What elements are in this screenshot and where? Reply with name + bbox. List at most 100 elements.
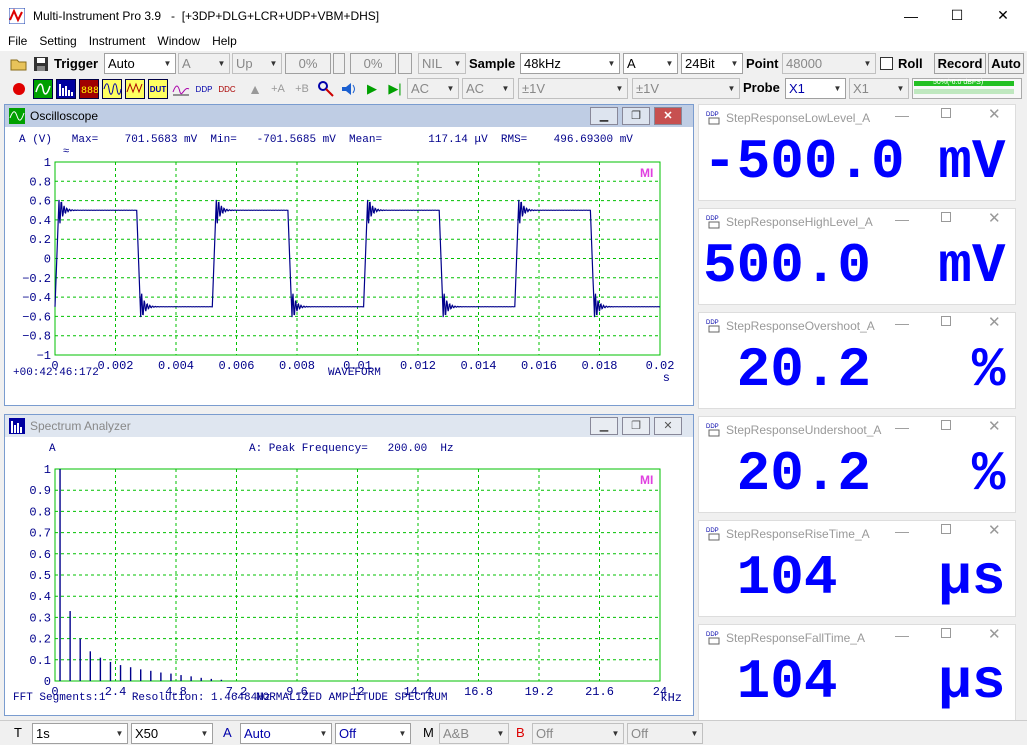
trigger-delay-field[interactable]: 0% — [350, 53, 396, 74]
oscilloscope-plot[interactable]: 10.80.60.40.20−0.2−0.4−0.6−0.8−10 0.002 0.… — [5, 127, 693, 405]
close-button[interactable]: ✕ — [980, 0, 1026, 31]
ddp-maximize-button[interactable] — [941, 316, 951, 326]
spectrum-analyzer-window: Spectrum Analyzer ▁ ❐ ✕ A A: Peak Freque… — [4, 414, 694, 716]
oscilloscope-icon[interactable] — [33, 79, 53, 99]
spec-y-tick: 1 — [44, 463, 51, 477]
channel-b-swap-icon[interactable]: +B — [292, 79, 312, 99]
spectrum-analyzer-icon[interactable] — [56, 79, 76, 99]
ddp-close-button[interactable]: ✕ — [988, 209, 1001, 227]
sweep-icon[interactable] — [171, 79, 191, 99]
ddp-icon: DDP — [706, 525, 722, 541]
spec-y-tick: 0.5 — [29, 569, 51, 583]
menu-window[interactable]: Window — [153, 34, 204, 48]
spectrum-plot[interactable]: 10.90.80.70.60.50.40.30.20.100 2.4 4.8 7.2 9… — [5, 437, 693, 715]
channel-a-function-select[interactable]: Off ▼ — [335, 723, 411, 744]
maximize-button[interactable]: ☐ — [934, 0, 980, 31]
fft-points-select[interactable]: 48000 ▼ — [782, 53, 876, 74]
zoom-select[interactable]: X50 ▼ — [131, 723, 213, 744]
play-step-icon[interactable]: ▶| — [385, 79, 405, 99]
ddp-minimize-button[interactable]: — — [895, 315, 909, 331]
ddp-meter-title: StepResponseLowLevel_A — [726, 111, 871, 125]
ddp-close-button[interactable]: ✕ — [988, 313, 1001, 331]
speaker-icon[interactable] — [339, 79, 359, 99]
stop-icon[interactable] — [10, 80, 28, 98]
channel-b-mode-select[interactable]: Off ▼ — [532, 723, 624, 744]
spec-mi-badge: MI — [640, 473, 653, 487]
dc-icon[interactable]: ▲ — [246, 79, 264, 99]
spec-minimize-button[interactable]: ▁ — [590, 417, 618, 435]
chevron-down-icon: ▼ — [608, 724, 623, 743]
ddp-minimize-button[interactable]: — — [895, 419, 909, 435]
ddp-maximize-button[interactable] — [941, 212, 951, 222]
spec-y-tick: 0.2 — [29, 633, 51, 647]
signal-generator-icon[interactable] — [102, 79, 122, 99]
ddp-maximize-button[interactable] — [941, 524, 951, 534]
osc-close-button[interactable]: ✕ — [654, 107, 682, 125]
channel-select[interactable]: A ▼ — [623, 53, 678, 74]
roll-label: Roll — [898, 56, 923, 71]
ddp-meter-value: 20.2 % — [703, 338, 1006, 402]
menu-instrument[interactable]: Instrument — [85, 34, 150, 48]
save-disk-icon[interactable] — [32, 55, 50, 73]
menu-help[interactable]: Help — [208, 34, 241, 48]
ddp-maximize-button[interactable] — [941, 108, 951, 118]
spec-close-button[interactable]: ✕ — [654, 417, 682, 435]
coupling-a-select[interactable]: AC ▼ — [407, 78, 459, 99]
auto-button[interactable]: Auto — [988, 53, 1024, 74]
ddp-minimize-button[interactable]: — — [895, 107, 909, 123]
probe-tool-icon[interactable] — [316, 79, 336, 99]
range-a-select[interactable]: ±1V ▼ — [518, 78, 628, 99]
play-icon[interactable]: ▶ — [362, 79, 382, 99]
ddc-icon[interactable]: DDC — [217, 79, 237, 99]
range-b-select[interactable]: ±1V ▼ — [632, 78, 740, 99]
trigger-mode-select[interactable]: Auto ▼ — [104, 53, 176, 74]
menu-setting[interactable]: Setting — [35, 34, 80, 48]
input-level-meter: 50%(-6.0 dBFS) — [912, 78, 1022, 99]
chevron-down-icon: ▼ — [316, 724, 331, 743]
coupling-b-select[interactable]: AC ▼ — [462, 78, 514, 99]
trigger-delay-spin[interactable] — [398, 53, 412, 74]
menu-file[interactable]: File — [4, 34, 31, 48]
bit-depth-select[interactable]: 24Bit ▼ — [681, 53, 743, 74]
spectrum-analyzer-icon — [9, 418, 25, 434]
channel-b-function-select[interactable]: Off ▼ — [627, 723, 703, 744]
chevron-down-icon: ▼ — [450, 54, 465, 73]
minimize-button[interactable]: — — [888, 0, 934, 31]
open-folder-icon[interactable] — [10, 55, 28, 73]
trigger-level-field[interactable]: 0% — [285, 53, 331, 74]
ddp-maximize-button[interactable] — [941, 420, 951, 430]
math-mode-select[interactable]: A&B ▼ — [439, 723, 509, 744]
spec-restore-button[interactable]: ❐ — [622, 417, 650, 435]
trigger-edge-select[interactable]: Up ▼ — [232, 53, 282, 74]
probe-a-select[interactable]: X1 ▼ — [785, 78, 846, 99]
ddp-close-button[interactable]: ✕ — [988, 521, 1001, 539]
trigger-nil-select[interactable]: NIL ▼ — [418, 53, 466, 74]
timebase-select[interactable]: 1s ▼ — [32, 723, 128, 744]
multimeter-icon[interactable]: 888 — [79, 79, 99, 99]
ddp-minimize-button[interactable]: — — [895, 211, 909, 227]
ddp-minimize-button[interactable]: — — [895, 523, 909, 539]
channel-a-swap-icon[interactable]: +A — [268, 79, 288, 99]
sample-rate-select[interactable]: 48kHz ▼ — [520, 53, 620, 74]
dut-icon[interactable]: DUT — [148, 79, 168, 99]
osc-minimize-button[interactable]: ▁ — [590, 107, 618, 125]
ddp-close-button[interactable]: ✕ — [988, 625, 1001, 643]
ddp-close-button[interactable]: ✕ — [988, 105, 1001, 123]
probe-b-select[interactable]: X1 ▼ — [849, 78, 909, 99]
record-button[interactable]: Record — [934, 53, 986, 74]
spec-x-unit: kHz — [660, 691, 682, 705]
ddp-meter-panel: DDP StepResponseFallTime_A — ✕ 104 μs — [698, 624, 1016, 721]
ddp-minimize-button[interactable]: — — [895, 627, 909, 643]
osc-restore-button[interactable]: ❐ — [622, 107, 650, 125]
waveform-generator-icon[interactable] — [125, 79, 145, 99]
ddp-maximize-button[interactable] — [941, 628, 951, 638]
trigger-level-spin[interactable] — [333, 53, 345, 74]
chevron-down-icon: ▼ — [860, 54, 875, 73]
ddp-icon[interactable]: DDP — [194, 79, 214, 99]
ddp-close-button[interactable]: ✕ — [988, 417, 1001, 435]
channel-a-mode-select[interactable]: Auto ▼ — [240, 723, 332, 744]
roll-checkbox[interactable] — [880, 57, 893, 70]
ddp-meter-panel: DDP StepResponseLowLevel_A — ✕ -500.0 mV — [698, 104, 1016, 201]
osc-y-tick: 0.4 — [29, 214, 51, 228]
trigger-channel-select[interactable]: A ▼ — [178, 53, 230, 74]
